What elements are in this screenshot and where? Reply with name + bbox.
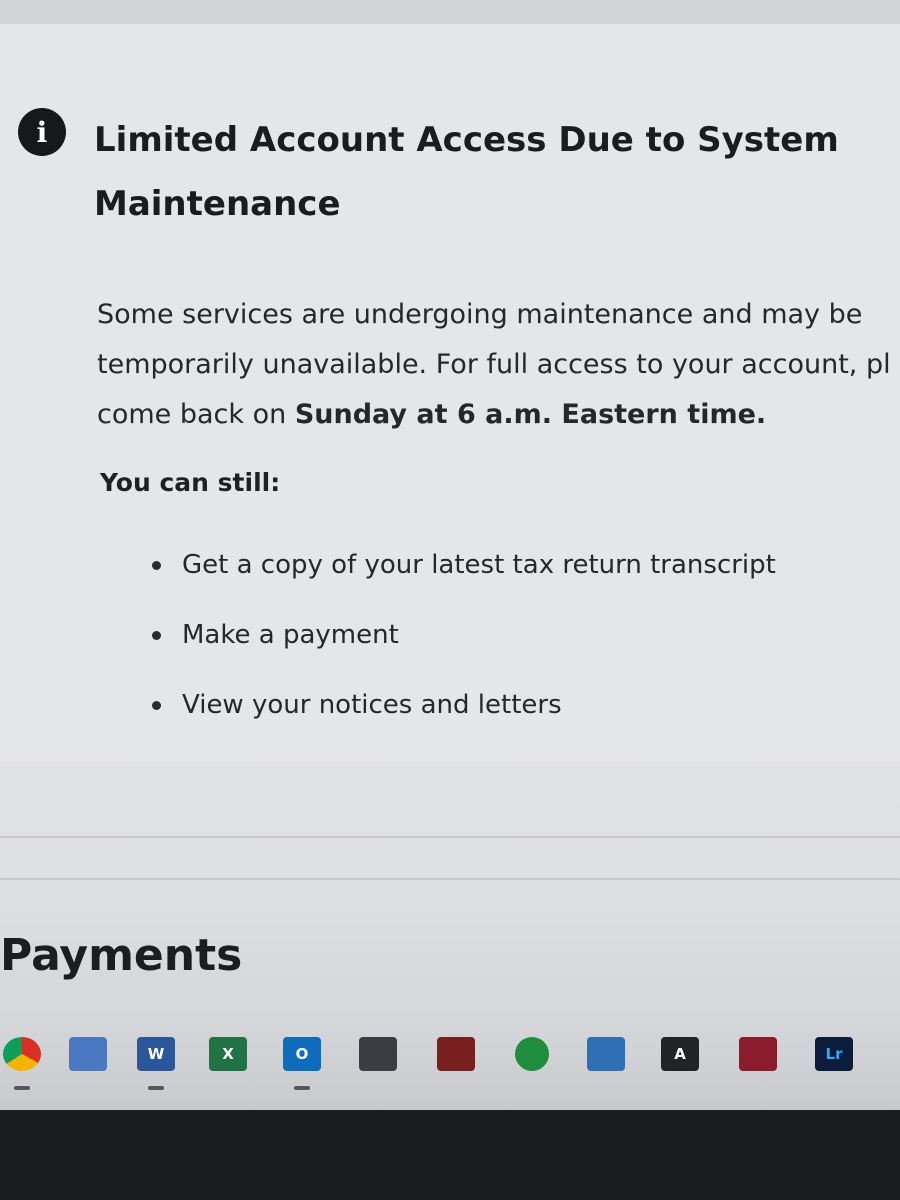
word-icon[interactable]: W	[134, 1032, 178, 1090]
alert-message-return-time: Sunday at 6 a.m. Eastern time.	[294, 399, 767, 430]
alert-message: Some services are undergoing maintenance…	[97, 290, 900, 440]
app-tile	[437, 1037, 475, 1071]
list-item: View your notices and letters	[150, 676, 776, 746]
active-indicator	[294, 1086, 310, 1090]
active-indicator	[148, 1086, 164, 1090]
maps-tile	[515, 1037, 549, 1071]
info-icon: i	[18, 108, 66, 156]
list-item: Get a copy of your latest tax return tra…	[150, 536, 776, 606]
screen-top-edge	[0, 0, 900, 24]
acrobat-tile	[739, 1037, 777, 1071]
photos-icon[interactable]	[584, 1032, 628, 1076]
taskbar: W X O A Lr	[0, 1018, 900, 1110]
list-item: Make a payment	[150, 606, 776, 676]
maps-icon[interactable]	[510, 1032, 554, 1076]
available-services-list: Get a copy of your latest tax return tra…	[150, 536, 776, 746]
alert-message-line-1: Some services are undergoing maintenance…	[97, 299, 863, 330]
remote-desktop-icon[interactable]	[66, 1032, 110, 1076]
outlook-tile: O	[283, 1037, 321, 1071]
outlook-icon[interactable]: O	[280, 1032, 324, 1090]
active-indicator	[14, 1086, 30, 1090]
affinity-icon[interactable]: A	[658, 1032, 702, 1076]
maintenance-alert: i Limited Account Access Due to System M…	[0, 24, 900, 762]
chrome-tile	[3, 1037, 41, 1071]
acrobat-icon[interactable]	[736, 1032, 780, 1076]
word-tile: W	[137, 1037, 175, 1071]
alert-message-line-3-prefix: come back on	[97, 399, 295, 430]
calculator-icon[interactable]	[356, 1032, 400, 1076]
alert-message-line-2: temporarily unavailable. For full access…	[97, 349, 891, 380]
payments-heading: Payments	[0, 930, 243, 981]
laptop-bezel	[0, 1110, 900, 1200]
divider	[0, 836, 900, 838]
alert-title: Limited Account Access Due to System Mai…	[94, 120, 839, 224]
remote-desktop-tile	[69, 1037, 107, 1071]
divider	[0, 878, 900, 880]
affinity-tile: A	[661, 1037, 699, 1071]
photos-tile	[587, 1037, 625, 1071]
screen: i Limited Account Access Due to System M…	[0, 0, 900, 1110]
lightroom-tile: Lr	[815, 1037, 853, 1071]
you-can-still-heading: You can still:	[100, 468, 281, 497]
excel-tile: X	[209, 1037, 247, 1071]
chrome-icon[interactable]	[0, 1032, 44, 1090]
lightroom-icon[interactable]: Lr	[812, 1032, 856, 1076]
excel-icon[interactable]: X	[206, 1032, 250, 1076]
calculator-tile	[359, 1037, 397, 1071]
app-icon[interactable]	[434, 1032, 478, 1076]
